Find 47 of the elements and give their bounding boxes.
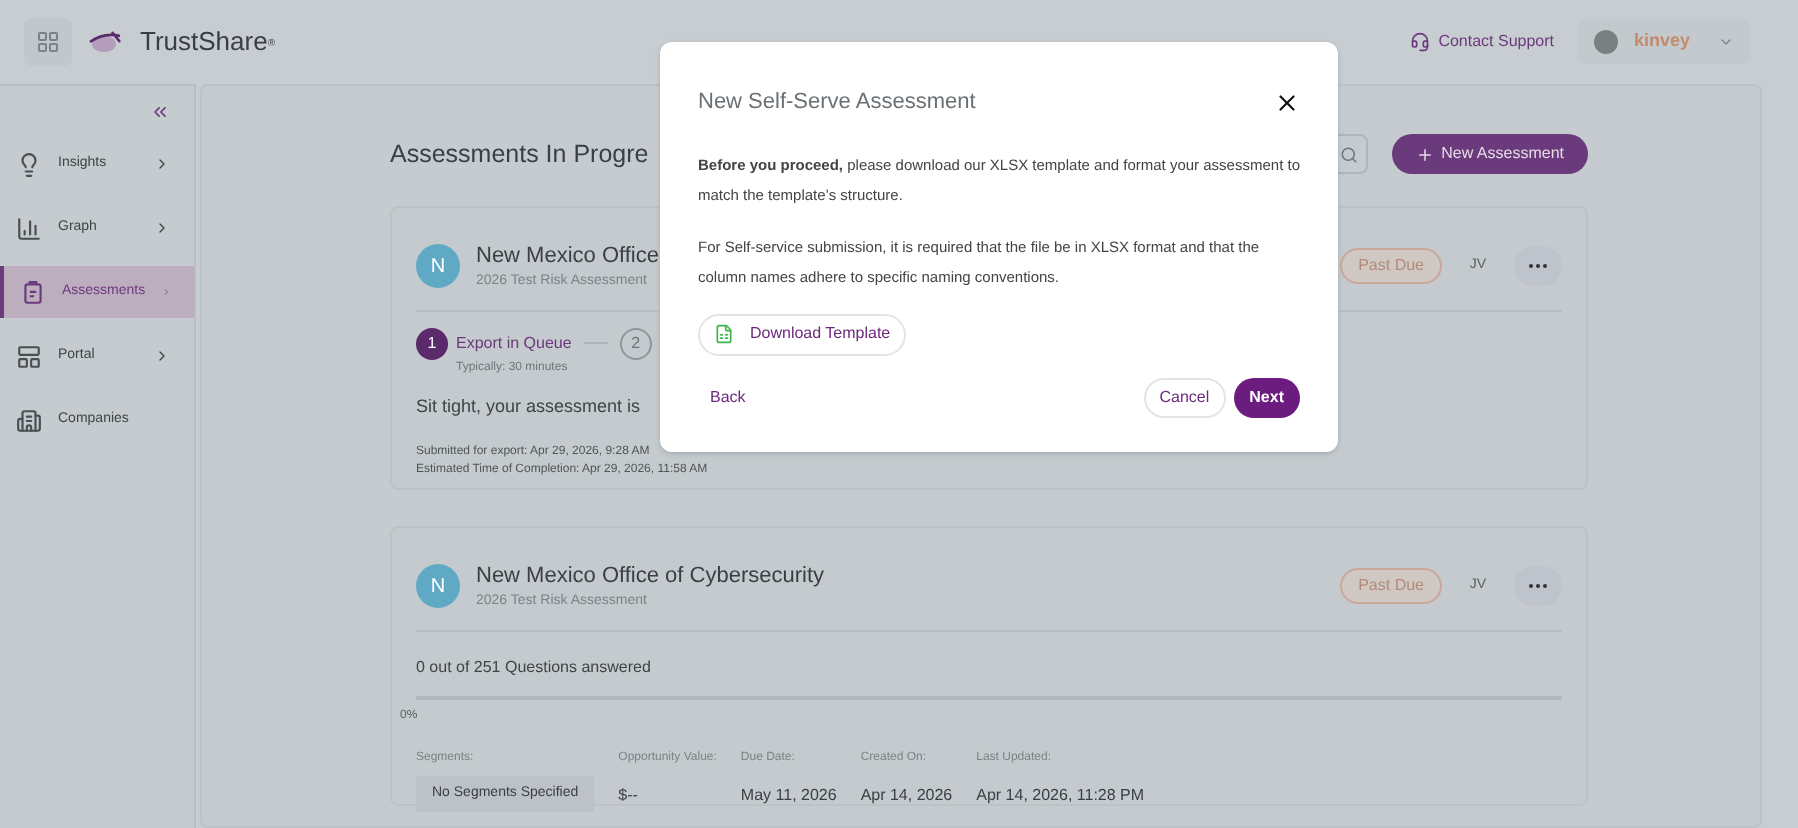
chart-icon [16,215,42,241]
step-label: Export in Queue [456,331,572,355]
more-button[interactable] [1514,566,1562,607]
card-title: New Mexico Office of Cybersecurity [476,562,825,592]
contact-support-link[interactable]: Contact Support [1410,30,1554,54]
close-button[interactable] [1274,89,1300,116]
chevron-right-icon [154,348,170,364]
step-number: 2 [619,327,652,359]
avatar: N [416,564,460,609]
dialog-title: New Self-Serve Assessment [698,88,976,118]
download-template-button[interactable]: Download Template [698,313,907,355]
more-button[interactable] [1514,246,1562,287]
brand-name: TrustShare$^{®}$ [140,24,276,61]
chevron-right-icon [154,156,170,172]
apps-button[interactable] [24,18,72,66]
logo-icon [88,30,124,54]
field-value: $-- [618,783,640,807]
cancel-button[interactable]: Cancel [1143,377,1226,417]
field-value: May 11, 2026 [740,783,837,808]
chevron-right-icon [161,284,170,300]
lightbulb-icon [16,151,42,177]
next-button[interactable]: Next [1233,377,1300,417]
card-title: New Mexico Office [476,242,659,272]
new-assessment-button[interactable]: New Assessment [1391,134,1588,174]
field-value: Apr 14, 2026 [860,783,953,808]
page-heading: Assessments In Progre [390,137,649,172]
answered-count: 0 out of 251 Questions answered [416,655,653,679]
close-icon [1274,89,1300,116]
grid-icon [36,30,60,54]
back-button[interactable]: Back [698,385,758,409]
spreadsheet-icon [714,324,734,344]
avatar: N [416,244,460,289]
plus-icon [1415,145,1434,163]
layout-icon [16,343,42,369]
status-badge: Past Due [1340,248,1442,285]
chevron-right-icon [154,220,170,236]
step-number: 1 [416,327,448,359]
collapse-icon[interactable] [150,102,170,122]
status-message: Sit tight, your assessment is [416,393,641,420]
user-avatar [1594,30,1618,54]
field-value: Apr 14, 2026, 11:28 PM [976,783,1145,808]
building-icon [16,407,42,433]
support-icon [1410,32,1431,52]
search-icon [1339,145,1358,163]
chevron-down-icon [1718,34,1734,50]
clipboard-icon [20,279,46,305]
status-badge: Past Due [1340,568,1442,605]
